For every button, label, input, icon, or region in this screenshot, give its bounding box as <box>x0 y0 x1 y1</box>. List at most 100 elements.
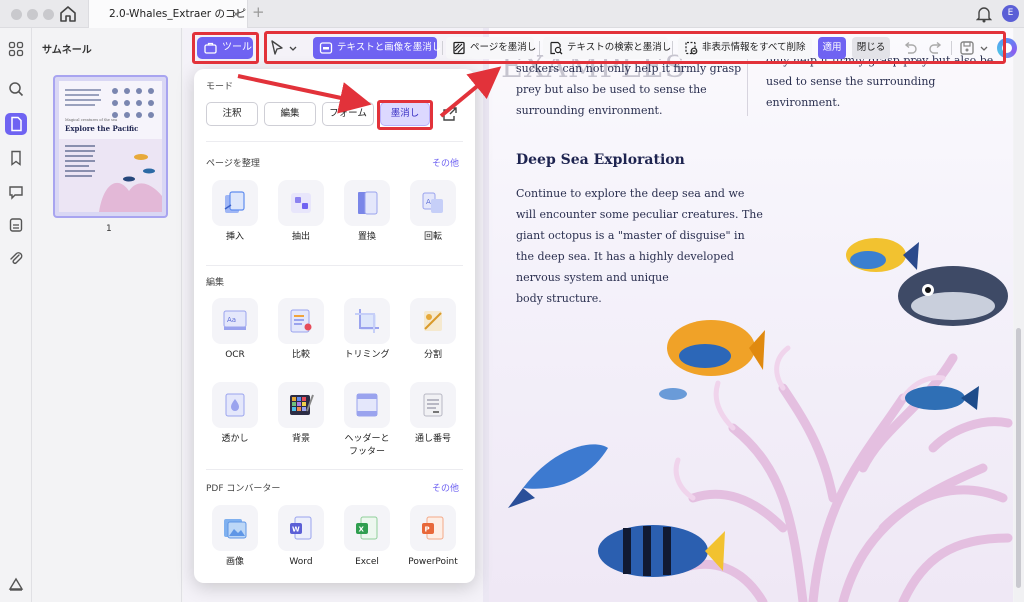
convert-image-tool[interactable]: 画像 <box>204 505 266 583</box>
thumbnail-title: Explore the Pacific <box>65 124 139 133</box>
open-in-window-button[interactable] <box>442 106 458 122</box>
redact-pages-button[interactable]: ページを墨消し <box>446 37 536 59</box>
converter-section-label: PDF コンバーター <box>206 484 281 494</box>
text-line: used to sense the surrounding <box>766 75 936 88</box>
toolbar-separator <box>539 41 540 55</box>
pdf-page[interactable]: EXAMPLES suckers can not only help it fi… <box>483 28 1013 602</box>
rail-search-button[interactable] <box>5 78 27 100</box>
svg-text:P: P <box>425 526 430 534</box>
ocr-tool[interactable]: Aa OCR <box>204 298 266 376</box>
page-thumbnail[interactable]: Magical creatures of the sea Explore the… <box>53 75 168 218</box>
convert-image-label: 画像 <box>225 557 244 567</box>
rail-forms-button[interactable] <box>5 214 27 236</box>
window-zoom-button[interactable] <box>43 9 54 20</box>
grid-icon <box>8 41 24 57</box>
vertical-scrollbar[interactable] <box>1014 28 1024 602</box>
window-minimize-button[interactable] <box>27 9 38 20</box>
background-icon <box>290 394 314 415</box>
tools-button-label: ツール <box>222 42 252 53</box>
rail-apps-button[interactable] <box>5 38 27 60</box>
bates-number-icon <box>423 393 443 417</box>
convert-excel-tool[interactable]: X Excel <box>336 505 398 583</box>
crop-tool-label: トリミング <box>344 350 390 360</box>
image-file-icon <box>224 519 247 539</box>
layers-icon <box>8 577 24 591</box>
redact-text-image-button[interactable]: テキストと画像を墨消し <box>313 37 441 59</box>
mode-annotate-button[interactable]: 注釈 <box>206 102 258 126</box>
section-heading: Deep Sea Exploration <box>516 152 685 168</box>
text-line: prey but also be used to sense the <box>516 83 707 96</box>
search-icon <box>9 82 24 97</box>
chevron-down-icon <box>980 46 988 51</box>
text-line: surrounding environment. <box>516 104 663 117</box>
bates-number-tool-label: 通し番号 <box>414 434 451 444</box>
rail-attachments-button[interactable] <box>5 248 27 270</box>
home-icon <box>60 6 76 22</box>
document-tab[interactable]: 2.0-Whales_Extraer のコピー × <box>88 0 248 28</box>
mode-form-button[interactable]: フォーム <box>322 102 374 126</box>
rail-comments-button[interactable] <box>5 181 27 203</box>
redact-box-icon <box>319 42 333 54</box>
extract-tool-label: 抽出 <box>291 232 310 242</box>
remove-hidden-info-button[interactable]: 非表示情報をすべて削除 <box>678 37 812 59</box>
bates-number-tool[interactable]: 通し番号 <box>402 382 464 460</box>
paperclip-icon <box>10 252 23 264</box>
window-close-button[interactable] <box>11 9 22 20</box>
extract-tool[interactable]: 抽出 <box>270 180 332 258</box>
toolbar-separator <box>672 41 673 55</box>
converter-more-link[interactable]: その他 <box>432 481 459 494</box>
watermark-tool[interactable]: 透かし <box>204 382 266 460</box>
split-icon <box>424 311 442 331</box>
mode-redact-button[interactable]: 墨消し <box>380 102 430 126</box>
section-divider <box>206 469 463 470</box>
thumbnail-kicker: Magical creatures of the sea <box>65 118 118 122</box>
background-tool[interactable]: 背景 <box>270 382 332 460</box>
home-button[interactable] <box>58 4 78 24</box>
select-tool-dropdown[interactable] <box>287 39 299 57</box>
split-tool[interactable]: 分割 <box>402 298 464 376</box>
organize-more-link[interactable]: その他 <box>432 156 459 169</box>
rail-layers-button[interactable] <box>5 573 27 595</box>
undo-button[interactable] <box>901 39 919 57</box>
watermark-tool-label: 透かし <box>221 434 249 444</box>
search-and-redact-button[interactable]: テキストの検索と墨消し <box>543 37 671 59</box>
convert-word-tool[interactable]: W Word <box>270 505 332 583</box>
document-tab-title: 2.0-Whales_Extraer のコピー <box>109 8 248 20</box>
ai-assistant-button[interactable] <box>997 38 1017 58</box>
bell-icon <box>975 7 993 23</box>
scrollbar-thumb[interactable] <box>1016 328 1021 588</box>
extract-page-icon <box>291 193 311 213</box>
tools-panel: モード 注釈 編集 フォーム 墨消し ページを整理 その他 挿入 抽出 置換 A… <box>194 69 475 583</box>
tools-button[interactable]: ツール <box>197 37 253 59</box>
compare-tool[interactable]: 比較 <box>270 298 332 376</box>
redo-icon <box>929 41 942 54</box>
save-dropdown[interactable] <box>978 39 990 57</box>
mode-edit-button[interactable]: 編集 <box>264 102 316 126</box>
convert-powerpoint-tool[interactable]: P PowerPoint <box>402 505 464 583</box>
save-button[interactable] <box>958 39 976 57</box>
tab-close-button[interactable]: × <box>231 0 241 28</box>
insert-tool[interactable]: 挿入 <box>204 180 266 258</box>
header-footer-tool[interactable]: ヘッダーと フッター <box>336 382 398 460</box>
toolbar-separator <box>442 41 443 55</box>
select-tool-button[interactable] <box>268 39 286 57</box>
notifications-button[interactable] <box>975 5 993 23</box>
rail-thumbnails-button[interactable] <box>5 113 27 135</box>
redo-button[interactable] <box>927 39 945 57</box>
rail-bookmarks-button[interactable] <box>5 147 27 169</box>
left-column-text: suckers can not only help it firmly gras… <box>516 58 741 121</box>
undo-icon <box>904 41 917 54</box>
replace-tool[interactable]: 置換 <box>336 180 398 258</box>
ocr-tool-label: OCR <box>225 350 245 360</box>
rotate-tool[interactable]: A 回転 <box>402 180 464 258</box>
close-redaction-button[interactable]: 閉じる <box>852 37 890 59</box>
external-link-icon <box>443 107 457 121</box>
thumbnail-panel-title: サムネール <box>42 45 92 56</box>
apply-button[interactable]: 適用 <box>818 37 846 59</box>
title-bar: 2.0-Whales_Extraer のコピー × + E <box>0 0 1024 28</box>
hatched-page-icon <box>453 41 465 55</box>
user-avatar[interactable]: E <box>1002 5 1019 22</box>
new-tab-button[interactable]: + <box>252 3 265 21</box>
crop-tool[interactable]: トリミング <box>336 298 398 376</box>
svg-text:Aa: Aa <box>227 316 236 324</box>
